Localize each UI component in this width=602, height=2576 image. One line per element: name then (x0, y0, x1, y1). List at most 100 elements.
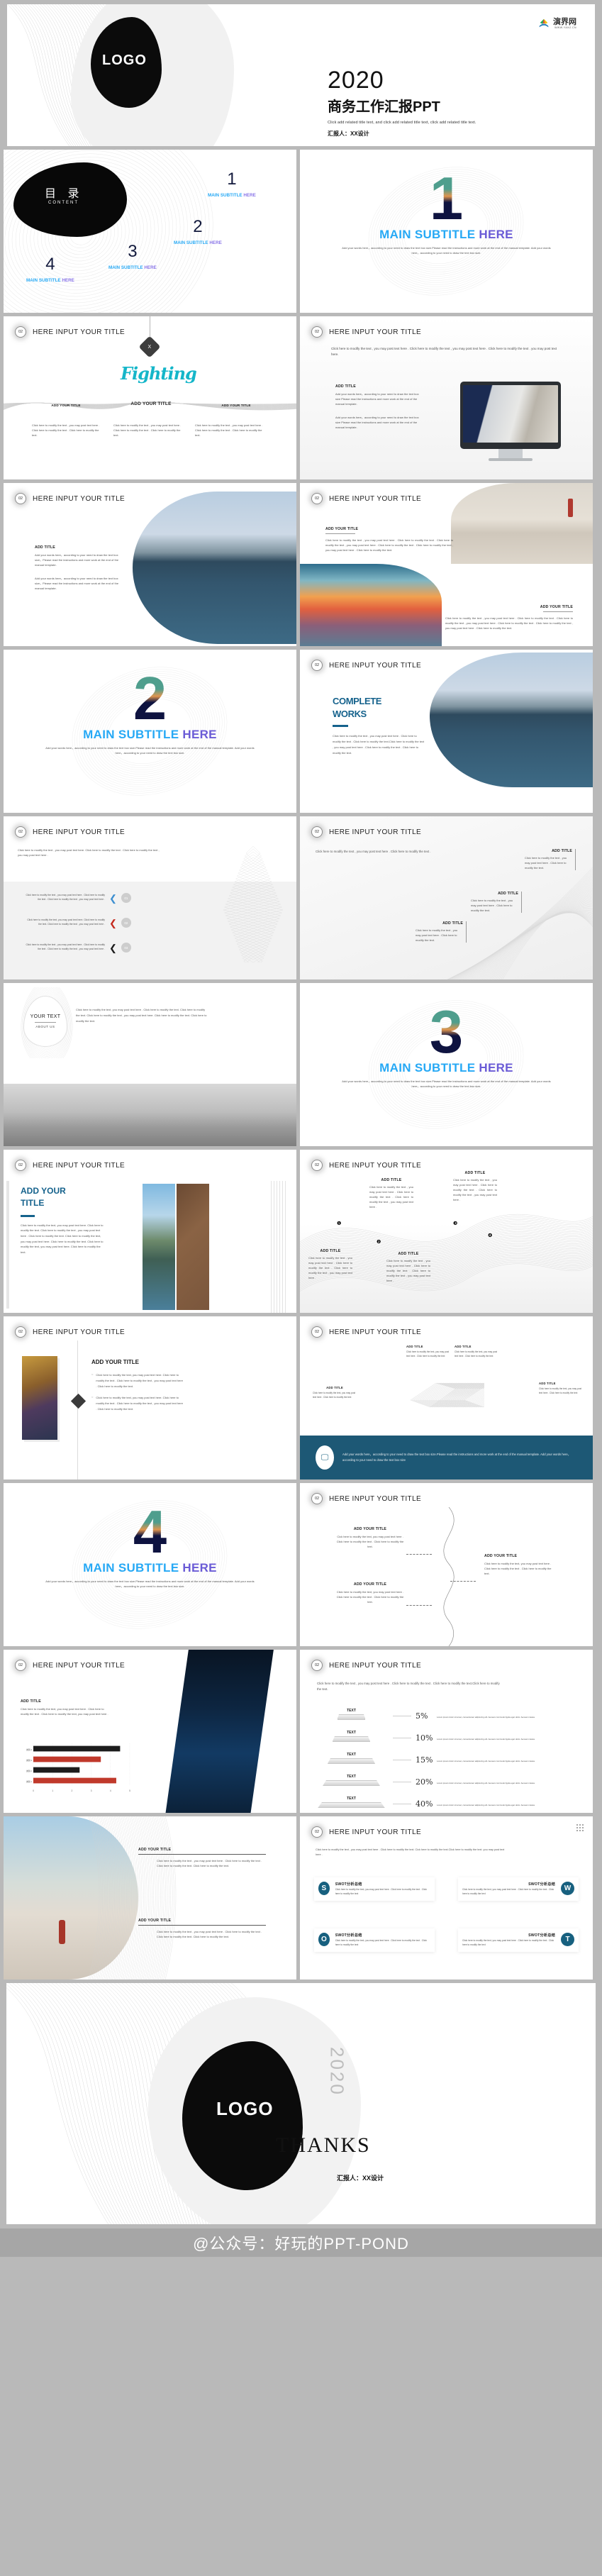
slide-title: HERE INPUT YOUR TITLE (33, 828, 126, 836)
wave-title: ADD TITLE (464, 1171, 486, 1175)
swot-card[interactable]: S SWOT分析总结 Click here to modify the text… (314, 1877, 435, 1901)
toc-item-2[interactable]: 2 MAIN SUBTITLE HERE (174, 217, 222, 245)
slide-number-badge: 02 (311, 1160, 323, 1171)
slide-header: 02 HERE INPUT YOUR TITLE (15, 326, 125, 338)
slide-section-2[interactable]: 2 MAIN SUBTITLE HERE Add your words here… (4, 650, 296, 813)
page-footer: @公众号：好玩的PPT-POND (0, 2228, 602, 2257)
toc-item-1[interactable]: 1 MAIN SUBTITLE HERE (208, 170, 256, 198)
funnel-shape (323, 1780, 380, 1786)
swot-card[interactable]: SWOT分析总结 Click here to modify the text, … (458, 1928, 579, 1952)
fan-callout[interactable]: ADD TITLE Click here to modify the text,… (313, 1386, 357, 1399)
funnel-list: TEXT 5% Lorem ipsum dolor sit amet, consec… (314, 1701, 584, 1811)
slide-number-badge: 02 (15, 1326, 26, 1338)
swot-text: Click here to modify the text, you may p… (462, 1939, 554, 1946)
funnel-row[interactable]: TEXT 15% Lorem ipsum dolor sit amet, conse… (314, 1745, 584, 1765)
chevron-number: 01 (121, 893, 131, 903)
wave-callout[interactable]: ADD TITLE Click here to modify the text … (386, 1252, 430, 1283)
funnel-percent: 10% (416, 1733, 433, 1743)
slide-monitor[interactable]: 02 HERE INPUT YOUR TITLE Click here to m… (300, 316, 593, 479)
slide-lake[interactable]: 02 HERE INPUT YOUR TITLE ADD TITLE Add y… (4, 483, 296, 646)
slide-closing[interactable]: LOGO 2020 THANKS 汇报人：XX设计 (6, 1983, 596, 2224)
cover-title: 商务工作汇报PPT (328, 99, 440, 115)
fan-callout[interactable]: ADD TITLE Click here to modify the text,… (406, 1345, 450, 1358)
funnel-row[interactable]: TEXT 10% Lorem ipsum dolor sit amet, conse… (314, 1723, 584, 1743)
step-callout[interactable]: ADD TITLE Click here to modify the text … (525, 849, 576, 870)
slide-table-of-contents[interactable]: 目 录 CONTENT 1 MAIN SUBTITLE HERE 2 MAIN … (4, 150, 296, 313)
swot-card[interactable]: SWOT分析总结 Click here to modify the text, … (458, 1877, 579, 1901)
beach-callout[interactable]: ADD YOUR TITLE Click here to modify the … (138, 1848, 266, 1868)
slide-section-3[interactable]: 3 MAIN SUBTITLE HERE Add your words here… (300, 983, 593, 1146)
slide-bar-chart[interactable]: 02 HERE INPUT YOUR TITLE ADD TITLE Click… (4, 1650, 296, 1813)
block-text-2: Add your words here，according to your ne… (335, 416, 419, 429)
svg-text:1: 1 (52, 1789, 53, 1792)
wave-callout[interactable]: ADD TITLE Click here to modify the text … (369, 1178, 413, 1209)
slide-title: HERE INPUT YOUR TITLE (329, 1328, 422, 1336)
slide-header: 02 HERE INPUT YOUR TITLE (15, 1160, 125, 1171)
slide-wave-four-points[interactable]: 02 HERE INPUT YOUR TITLE ❶ ❷ ❸ ❹ ADD TIT… (300, 1150, 593, 1313)
slide-curve[interactable]: 02 HERE INPUT YOUR TITLE ADD YOUR TITLE … (300, 1483, 593, 1646)
fan-title: ADD TITLE (455, 1345, 472, 1348)
slide-header: 02 HERE INPUT YOUR TITLE (311, 826, 421, 838)
slide-cover[interactable]: LOGO 演界网 WWW.YANJ.CN 2020 商务工作汇报PPT Clic… (7, 4, 595, 146)
slide-funnel[interactable]: 02 HERE INPUT YOUR TITLE Click here to m… (300, 1650, 593, 1813)
wave-callout[interactable]: ADD TITLE Click here to modify the text … (308, 1249, 352, 1280)
wave-marker: ❸ (453, 1221, 458, 1226)
step-callout[interactable]: ADD TITLE Click here to modify the text … (471, 892, 522, 913)
beach-callout[interactable]: ADD YOUR TITLE Click here to modify the … (138, 1919, 266, 1939)
wave-text: Click here to modify the text , you may … (386, 1259, 430, 1282)
funnel-row[interactable]: TEXT 5% Lorem ipsum dolor sit amet, consec… (314, 1701, 584, 1721)
chevron-row[interactable]: Click here to modify the text , you may … (23, 943, 131, 953)
funnel-row[interactable]: TEXT 40% Lorem ipsum dolor sit amet, conse… (314, 1789, 584, 1809)
slide-swot[interactable]: 02 HERE INPUT YOUR TITLE Click here to m… (300, 1816, 593, 1980)
toc-label: MAIN SUBTITLE HERE (174, 240, 222, 245)
chevron-row[interactable]: Click here to modify the text , you may … (23, 893, 131, 903)
beach-figure (568, 499, 573, 517)
ayt-title-1: ADD YOUR (21, 1186, 66, 1196)
swot-text: Click here to modify the text, you may p… (335, 1939, 427, 1946)
slide-complete-works[interactable]: 02 HERE INPUT YOUR TITLE COMPLETE WORKS … (300, 650, 593, 813)
slide-book[interactable]: 02 HERE INPUT YOUR TITLE ADD YOUR TITLE … (4, 1316, 296, 1479)
funnel-row[interactable]: TEXT 20% Lorem ipsum dolor sit amet, conse… (314, 1767, 584, 1787)
slide-your-text[interactable]: YOUR TEXT ABOUT US Click here to modify … (4, 983, 296, 1146)
chevron-row[interactable]: Click here to modify the text, you may p… (23, 918, 131, 928)
col-text-2: Click here to modify the text , you may … (113, 423, 182, 437)
toc-item-4[interactable]: 4 MAIN SUBTITLE HERE (26, 255, 74, 283)
slide-title: HERE INPUT YOUR TITLE (33, 1328, 126, 1336)
pier-photo (300, 564, 442, 646)
fan-callout[interactable]: ADD TITLE Click here to modify the text,… (455, 1345, 498, 1358)
slide-add-your-title[interactable]: 02 HERE INPUT YOUR TITLE ADD YOUR TITLE … (4, 1150, 296, 1313)
chevron-text: Click here to modify the text , you may … (26, 894, 105, 901)
fan-callout[interactable]: ADD TITLE Click here to modify the text,… (539, 1382, 583, 1395)
curve-callout[interactable]: ADD YOUR TITLE Cick here to modify the t… (334, 1527, 406, 1549)
funnel-label: TEXT (347, 1753, 356, 1757)
wave-text: Click here to modify the text , you may … (308, 1256, 352, 1279)
slide-two-photos[interactable]: 02 HERE INPUT YOUR TITLE ADD YOUR TITLE … (300, 483, 593, 646)
funnel-label: TEXT (347, 1731, 356, 1735)
slide-chevrons[interactable]: 02 HERE INPUT YOUR TITLE Click here to m… (4, 816, 296, 979)
slide-fighting[interactable]: 02 HERE INPUT YOUR TITLE X Fighting ADD … (4, 316, 296, 479)
chevron-icon: ❮ (109, 892, 117, 904)
step-title: ADD TITLE (442, 921, 463, 926)
badge-title: YOUR TEXT (30, 1014, 61, 1019)
toc-item-3[interactable]: 3 MAIN SUBTITLE HERE (108, 242, 157, 270)
slide-number-badge: 02 (15, 826, 26, 838)
bullet-icon: ○ (91, 1372, 94, 1376)
section-subtitle: MAIN SUBTITLE HERE (83, 1561, 217, 1575)
slide-title: HERE INPUT YOUR TITLE (33, 1661, 126, 1670)
chevron-text: Click here to modify the text, you may p… (27, 918, 105, 926)
curve-callout[interactable]: ADD YOUR TITLE Click here to modify the … (334, 1582, 406, 1604)
section-subtitle: MAIN SUBTITLE HERE (83, 728, 217, 742)
slide-section-1[interactable]: 1 MAIN SUBTITLE HERE Add your words here… (300, 150, 593, 313)
beach-figure (59, 1920, 65, 1944)
swot-card[interactable]: O SWOT分析总结 Click here to modify the text… (314, 1928, 435, 1952)
funnel-shape (327, 1758, 376, 1764)
slide-beach[interactable]: ADD YOUR TITLE Click here to modify the … (4, 1816, 296, 1980)
slide-section-4[interactable]: 4 MAIN SUBTITLE HERE Add your words here… (4, 1483, 296, 1646)
slide-fan[interactable]: 02 HERE INPUT YOUR TITLE ADD TITLE Click… (300, 1316, 593, 1479)
step-callout[interactable]: ADD TITLE Click here to modify the text … (416, 921, 467, 943)
wave-text: Click here to modify the text , you may … (369, 1185, 413, 1209)
curve-callout[interactable]: ADD YOUR TITLE Click here to modify the … (484, 1554, 557, 1576)
wave-callout[interactable]: ADD TITLE Click here to modify the text … (453, 1171, 497, 1202)
slide-steps[interactable]: 02 HERE INPUT YOUR TITLE Click here to m… (300, 816, 593, 979)
swot-title: SWOT分析总结 (335, 1933, 362, 1938)
